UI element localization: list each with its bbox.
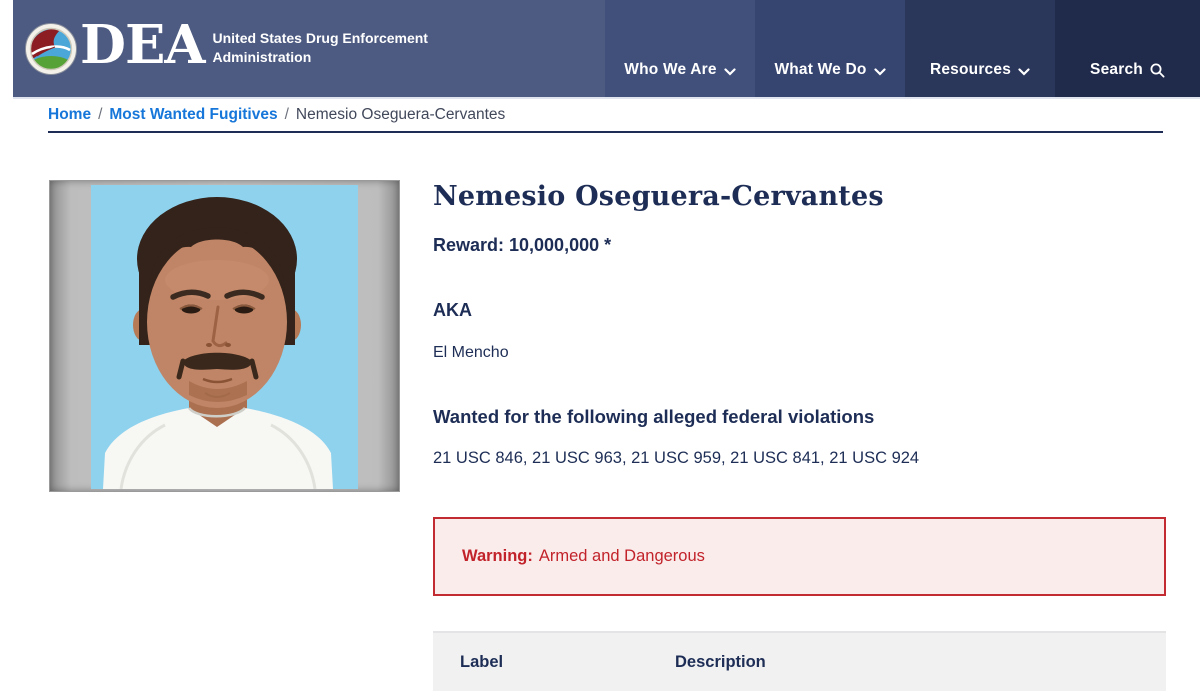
- nav-resources[interactable]: Resources: [905, 0, 1055, 97]
- brand-tagline-line2: Administration: [212, 48, 427, 67]
- chevron-down-icon: [724, 68, 736, 76]
- mugshot-image: [91, 185, 358, 489]
- dea-seal-icon: [25, 23, 77, 75]
- breadcrumb-separator: /: [285, 106, 289, 123]
- aka-value: El Mencho: [433, 344, 509, 362]
- warning-text: Armed and Dangerous: [539, 547, 705, 566]
- brand-tagline: United States Drug Enforcement Administr…: [212, 29, 427, 69]
- search-icon: [1150, 63, 1165, 78]
- violations-value: 21 USC 846, 21 USC 963, 21 USC 959, 21 U…: [433, 449, 919, 468]
- nav-search-label: Search: [1090, 61, 1143, 79]
- reward-text: Reward: 10,000,000 *: [433, 235, 611, 256]
- nav-what-we-do[interactable]: What We Do: [755, 0, 905, 97]
- breadcrumb: Home / Most Wanted Fugitives / Nemesio Osegu…: [48, 106, 505, 124]
- site-header: DEA United States Drug Enforcement Admin…: [13, 0, 1200, 99]
- breadcrumb-home-link[interactable]: Home: [48, 106, 91, 123]
- chevron-down-icon: [874, 68, 886, 76]
- page-title: Nemesio Oseguera-Cervantes: [433, 181, 1166, 212]
- violations-heading: Wanted for the following alleged federal…: [433, 406, 874, 428]
- mugshot-portrait-graphic: [91, 185, 358, 489]
- warning-banner: Warning: Armed and Dangerous: [433, 517, 1166, 596]
- table-column-description: Description: [675, 653, 1166, 672]
- nav-resources-label: Resources: [930, 61, 1011, 79]
- brand-tagline-line1: United States Drug Enforcement: [212, 29, 427, 48]
- fugitive-photo: [49, 180, 400, 492]
- table-column-label: Label: [433, 653, 675, 672]
- details-table-header: Label Description: [433, 631, 1166, 691]
- warning-label: Warning:: [462, 547, 533, 566]
- nav-who-we-are[interactable]: Who We Are: [605, 0, 755, 97]
- nav-what-we-do-label: What We Do: [774, 61, 866, 79]
- aka-heading: AKA: [433, 300, 472, 321]
- breadcrumb-separator: /: [98, 106, 102, 123]
- breadcrumb-most-wanted-link[interactable]: Most Wanted Fugitives: [109, 106, 277, 123]
- nav-search[interactable]: Search: [1055, 0, 1200, 97]
- nav-who-we-are-label: Who We Are: [624, 61, 716, 79]
- brand-acronym: DEA: [80, 19, 204, 78]
- chevron-down-icon: [1018, 68, 1030, 76]
- main-nav: Who We Are What We Do Resources Search: [605, 0, 1200, 97]
- breadcrumb-divider: [48, 131, 1163, 133]
- dea-logo[interactable]: DEA United States Drug Enforcement Admin…: [13, 0, 428, 97]
- breadcrumb-current-page: Nemesio Oseguera-Cervantes: [296, 106, 505, 123]
